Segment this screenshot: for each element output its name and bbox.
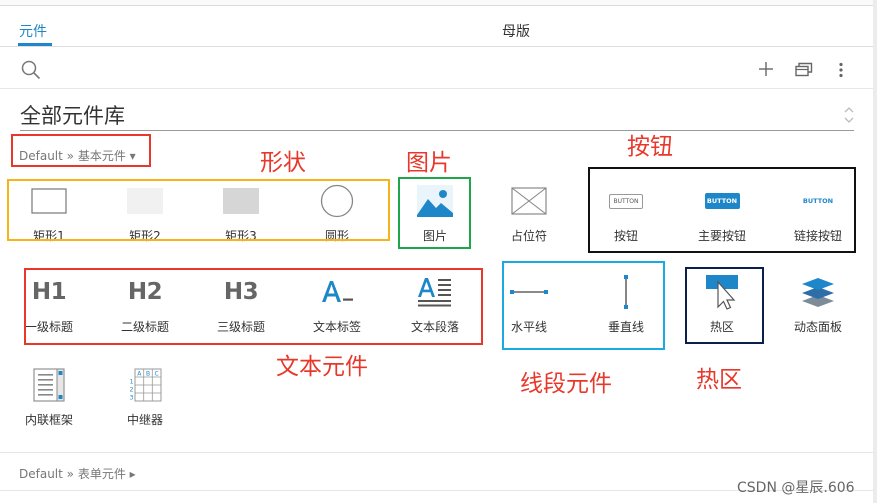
- link-button-icon: BUTTON: [802, 197, 834, 205]
- widget-text-label[interactable]: 文本标签: [291, 273, 383, 345]
- svg-text:1: 1: [130, 379, 134, 386]
- widget-heading-2[interactable]: H2 二级标题: [99, 273, 191, 345]
- breadcrumb-basic-widgets[interactable]: Default » 基本元件 ▾: [19, 147, 136, 164]
- rectangle-gray-icon: [195, 184, 287, 218]
- button-icon: BUTTON: [580, 184, 672, 218]
- svg-text:2: 2: [130, 387, 134, 394]
- widget-label: 中继器: [126, 413, 163, 427]
- library-window-icon[interactable]: [795, 62, 813, 77]
- text-paragraph-icon: [389, 275, 481, 309]
- annotation-text: 文本元件: [276, 354, 368, 380]
- image-icon: [389, 184, 481, 218]
- dynamic-panel-icon: [772, 275, 864, 309]
- widget-text-paragraph[interactable]: 文本段落: [389, 273, 481, 345]
- repeater-icon: A B C 1 2 3: [99, 368, 191, 402]
- widget-placeholder[interactable]: 占位符: [483, 182, 575, 254]
- annotation-hotspot: 热区: [696, 367, 742, 393]
- widget-horizontal-line[interactable]: 水平线: [483, 273, 575, 345]
- widget-label: 链接按钮: [793, 229, 842, 243]
- annotation-button: 按钮: [627, 134, 673, 160]
- placeholder-icon: [483, 184, 575, 218]
- widget-repeater[interactable]: A B C 1 2 3 中继器: [99, 366, 191, 438]
- text-label-icon: [291, 275, 383, 309]
- widget-heading-3[interactable]: H3 三级标题: [195, 273, 287, 345]
- widget-label: 水平线: [510, 320, 547, 334]
- circle-icon: [291, 184, 383, 218]
- annotation-image: 图片: [406, 150, 452, 176]
- heading-3-icon: H3: [223, 279, 259, 305]
- select-arrows-icon[interactable]: [843, 106, 855, 124]
- widget-button[interactable]: BUTTON 按钮: [580, 182, 672, 254]
- add-library-icon[interactable]: [758, 61, 774, 77]
- vertical-line-icon: [580, 275, 672, 309]
- horizontal-line-icon: [483, 275, 575, 309]
- widget-dynamic-panel[interactable]: 动态面板: [772, 273, 864, 345]
- toolbar-divider: [0, 88, 873, 89]
- svg-text:C: C: [154, 371, 158, 378]
- watermark: CSDN @星辰.606: [737, 480, 855, 496]
- section-divider: [0, 452, 873, 453]
- hotspot-icon: [676, 275, 768, 310]
- window-right-edge: [873, 0, 877, 503]
- widget-rectangle-3[interactable]: 矩形3: [195, 182, 287, 254]
- widget-image[interactable]: 图片: [389, 182, 481, 254]
- rectangle-icon: [3, 184, 95, 218]
- widget-label: 占位符: [510, 229, 547, 243]
- widget-rectangle-2[interactable]: 矩形2: [99, 182, 191, 254]
- library-select-underline: [20, 130, 854, 131]
- more-options-icon[interactable]: [837, 62, 845, 78]
- tabs-divider: [0, 46, 873, 47]
- annotation-shapes: 形状: [260, 150, 306, 176]
- rectangle-light-icon: [99, 184, 191, 218]
- heading-2-icon: H2: [127, 279, 163, 305]
- window-top-edge: [0, 0, 877, 6]
- widget-primary-button[interactable]: BUTTON 主要按钮: [676, 182, 768, 254]
- widget-heading-1[interactable]: H1 一级标题: [3, 273, 95, 345]
- widget-vertical-line[interactable]: 垂直线: [580, 273, 672, 345]
- widget-hotspot[interactable]: 热区: [676, 273, 768, 345]
- primary-button-icon: BUTTON: [676, 184, 768, 218]
- widget-circle[interactable]: 圆形: [291, 182, 383, 254]
- breadcrumb-form-widgets[interactable]: Default » 表单元件 ▸: [19, 465, 136, 482]
- inline-frame-icon: [3, 368, 95, 402]
- svg-text:3: 3: [130, 395, 134, 402]
- svg-text:B: B: [146, 371, 150, 378]
- widget-inline-frame[interactable]: 内联框架: [3, 366, 95, 438]
- library-select[interactable]: 全部元件库: [20, 100, 125, 130]
- widget-link-button[interactable]: BUTTON 链接按钮: [772, 182, 864, 254]
- widget-label: 动态面板: [793, 320, 842, 334]
- annotation-lines: 线段元件: [520, 371, 612, 397]
- heading-1-icon: H1: [31, 279, 67, 305]
- tab-masters[interactable]: 母版: [502, 21, 530, 41]
- widget-label: 圆形: [324, 229, 349, 243]
- widget-rectangle-1[interactable]: 矩形1: [3, 182, 95, 254]
- widget-label: 文本标签: [312, 320, 361, 334]
- search-icon[interactable]: [20, 59, 42, 81]
- tab-widgets[interactable]: 元件: [19, 21, 47, 41]
